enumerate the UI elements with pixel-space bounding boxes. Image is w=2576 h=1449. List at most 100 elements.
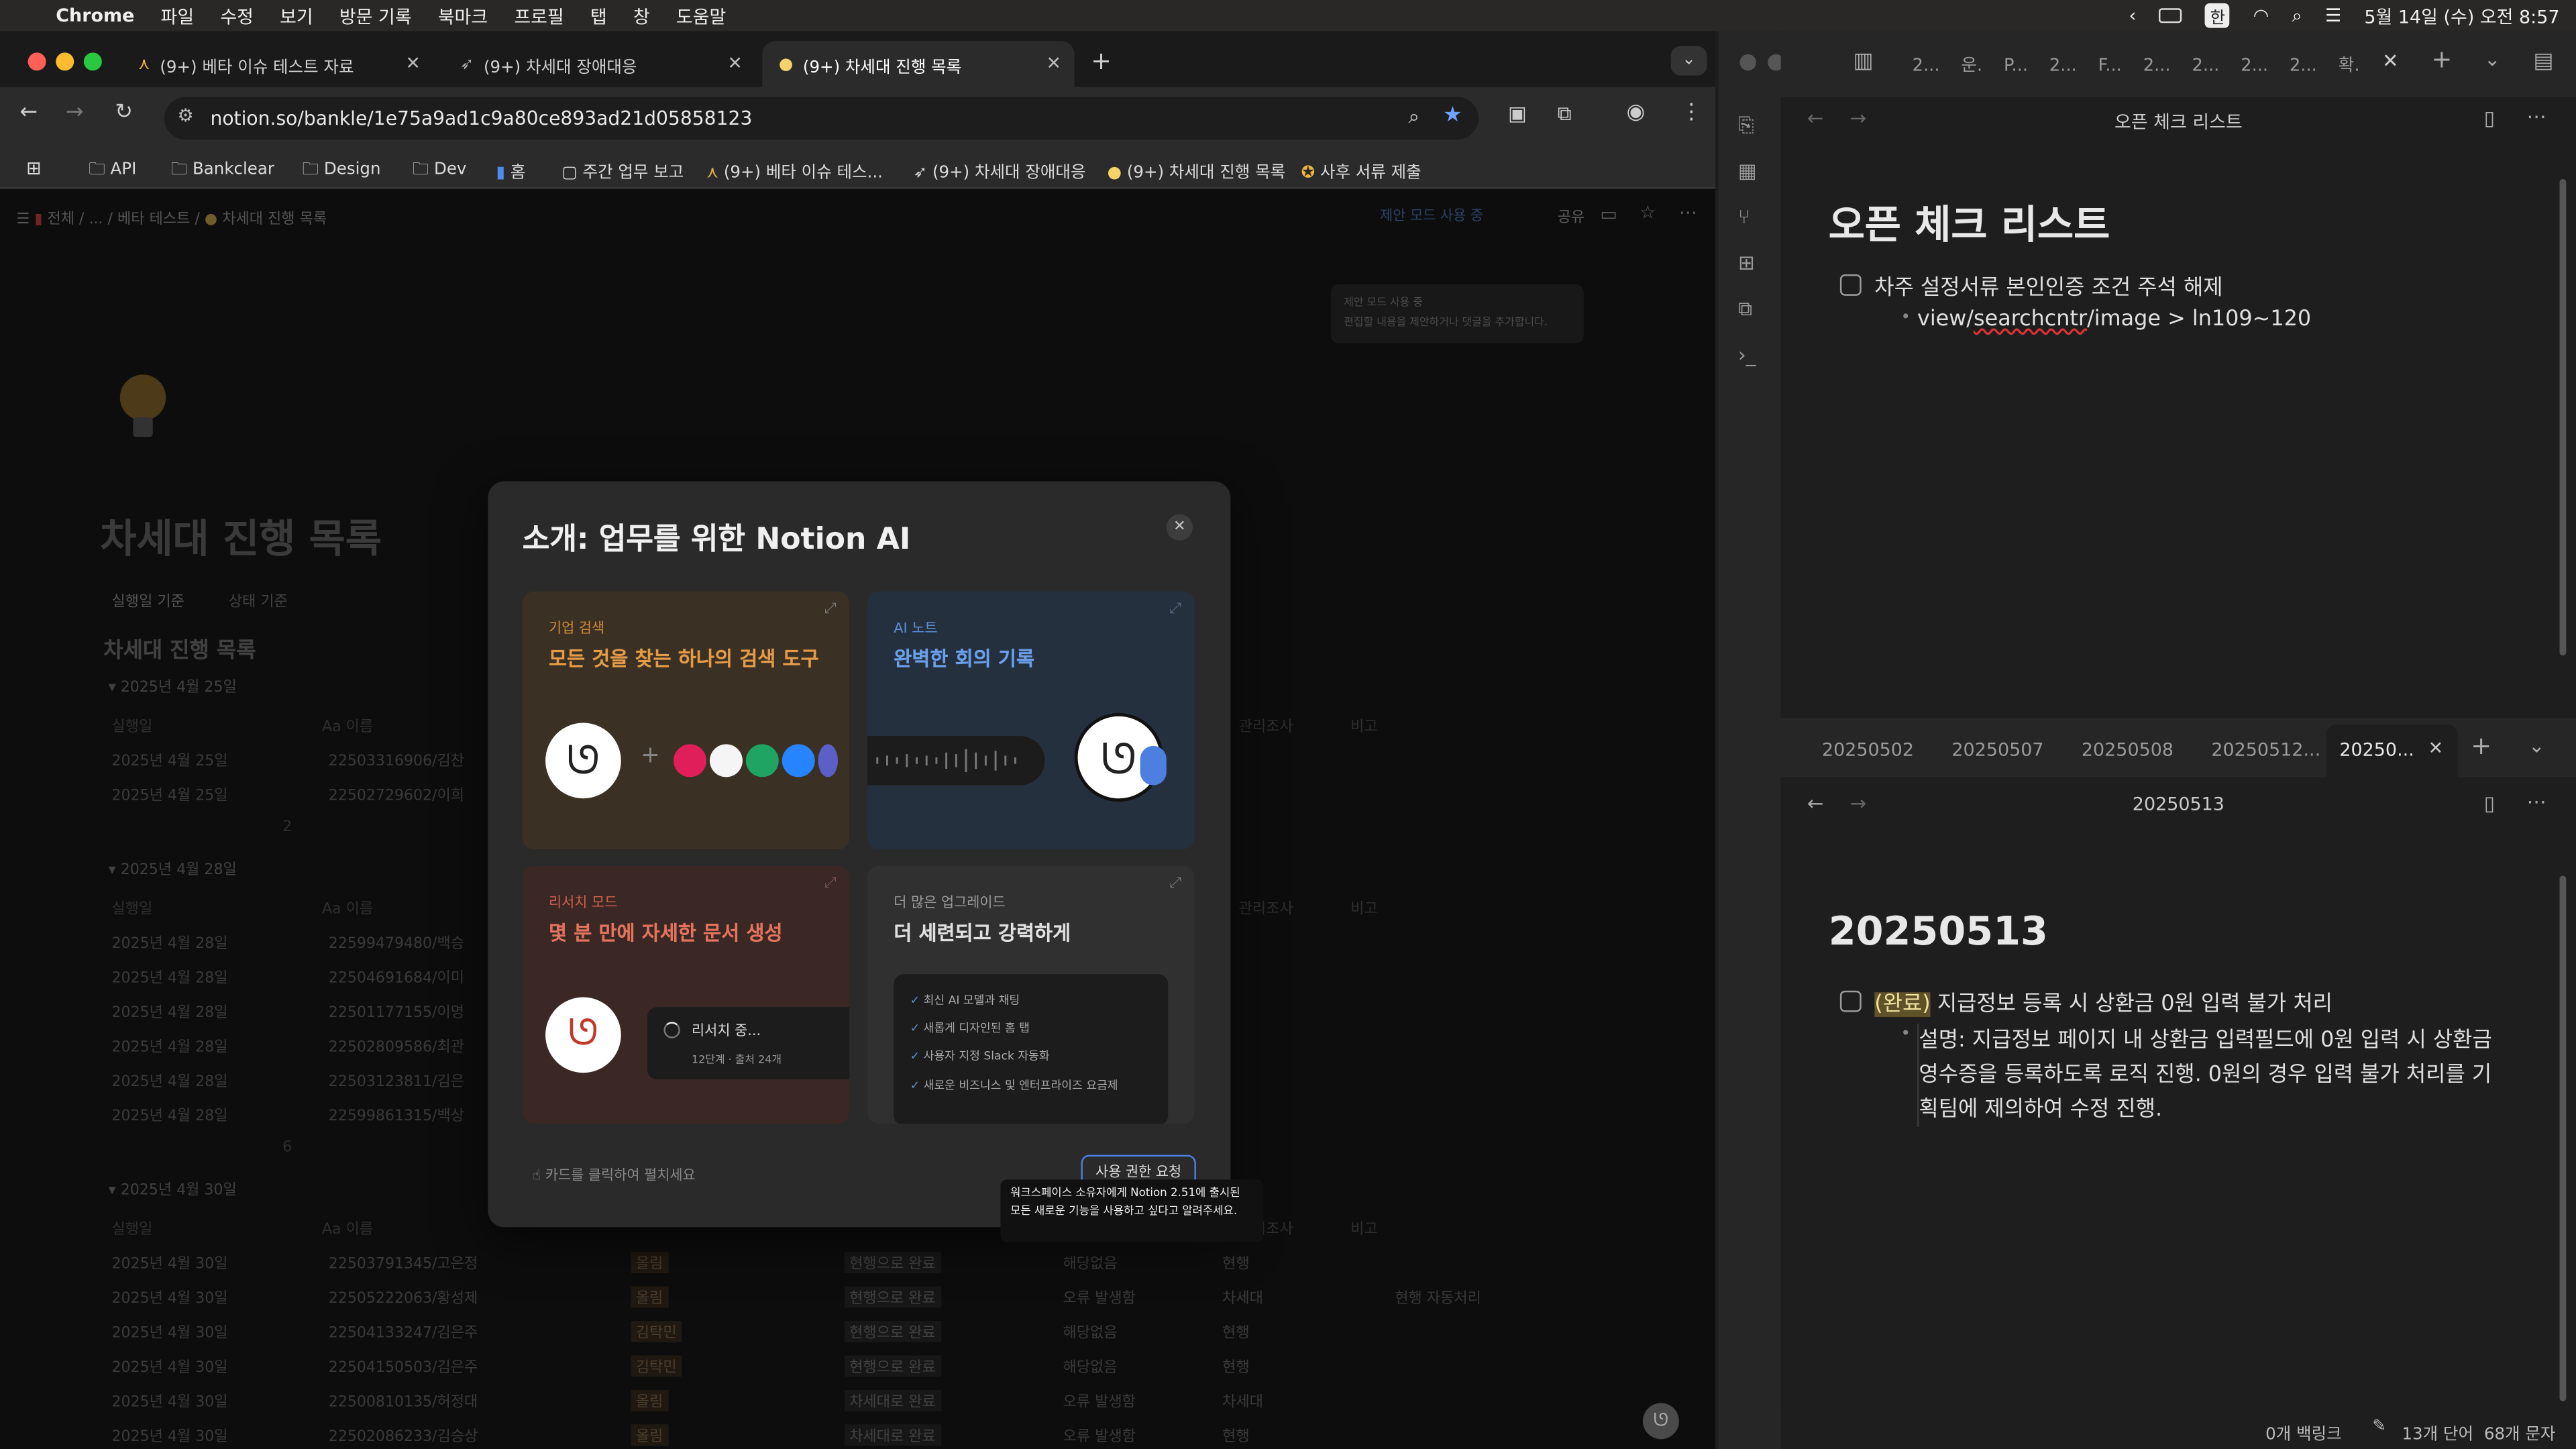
menu-window[interactable]: 창: [633, 3, 650, 29]
card-more-upgrades[interactable]: ⤢ 더 많은 업그레이드 더 세련되고 강력하게 ✓ 최신 AI 모델과 채팅 …: [867, 865, 1195, 1124]
bookmark-bankclear[interactable]: 🗀 Bankclear: [171, 158, 274, 186]
tab-short[interactable]: 운.: [1961, 56, 1982, 75]
site-info-icon[interactable]: ⚙: [177, 105, 193, 127]
toggle-right-sidebar-icon[interactable]: ▤: [2533, 49, 2553, 74]
expand-icon[interactable]: ⤢: [1169, 601, 1181, 617]
chrome-menu-icon[interactable]: ⋮: [1680, 100, 1702, 125]
tab-progress-list[interactable]: ● (9+) 차세대 진행 목록 ✕: [762, 41, 1075, 87]
canvas-icon[interactable]: ⊞: [1738, 252, 1755, 274]
reload-icon[interactable]: ↻: [115, 100, 133, 125]
bookmark-post-docs[interactable]: ✪ 사후 서류 제출: [1301, 158, 1421, 182]
new-tab-icon[interactable]: +: [2432, 44, 2453, 74]
close-icon[interactable]: ✕: [2428, 738, 2444, 759]
menu-file[interactable]: 파일: [161, 3, 195, 29]
copy-icon[interactable]: ⧉: [1738, 297, 1752, 322]
tab-search-button[interactable]: ⌄: [1670, 46, 1707, 76]
expand-icon[interactable]: ⤢: [824, 601, 837, 617]
notion-ai-help-button[interactable]: ᘎ: [1643, 1403, 1679, 1440]
tab-incident[interactable]: ➶ (9+) 차세대 장애대응 ✕: [443, 41, 755, 87]
open-file-icon[interactable]: ⎘: [1738, 113, 1754, 138]
bookmark-incident[interactable]: ➶ (9+) 차세대 장애대응: [914, 158, 1086, 182]
bookmark-api[interactable]: 🗀 API: [89, 158, 136, 186]
menu-history[interactable]: 방문 기록: [339, 3, 412, 29]
new-tab-icon[interactable]: +: [2471, 731, 2491, 761]
new-tab-button[interactable]: +: [1091, 46, 1112, 76]
bookmark-star-icon[interactable]: ★: [1443, 103, 1462, 128]
close-icon[interactable]: ✕: [405, 52, 421, 74]
scrollbar[interactable]: [2559, 875, 2567, 1401]
task-text[interactable]: (완료) 지급정보 등록 시 상환금 0원 입력 불가 처리: [1874, 985, 2332, 1017]
more-options-icon[interactable]: ⋯: [2527, 105, 2546, 128]
tab-short[interactable]: 2...: [2049, 56, 2077, 75]
bookmark-progress[interactable]: ● (9+) 차세대 진행 목록: [1108, 158, 1285, 182]
tab-short[interactable]: 2...: [2290, 56, 2317, 75]
card-research-mode[interactable]: ⤢ 리서치 모드 몇 분 만에 자세한 문서 생성 ᘎ 리서치 중... 12단…: [522, 865, 850, 1124]
reading-view-icon[interactable]: ▯: [2484, 107, 2495, 129]
terminal-icon[interactable]: ›_: [1738, 343, 1756, 366]
close-window-button[interactable]: [28, 52, 46, 71]
chevron-down-icon[interactable]: ⌄: [2528, 735, 2545, 757]
apps-icon[interactable]: ⊞: [26, 158, 42, 179]
tab-20250512[interactable]: 20250512...: [2211, 739, 2320, 761]
expand-icon[interactable]: ⤢: [824, 875, 837, 892]
menu-app[interactable]: Chrome: [56, 5, 134, 26]
task-text[interactable]: 차주 설정서류 본인인증 조건 주석 해제: [1874, 270, 2222, 301]
task-checkbox[interactable]: [1839, 274, 1862, 296]
menu-help[interactable]: 도움말: [676, 3, 726, 29]
toggle-sidebar-icon[interactable]: ▥: [1853, 49, 1873, 74]
tab-20250502[interactable]: 20250502: [1822, 739, 1914, 761]
keyboard-icon[interactable]: [2159, 8, 2182, 23]
input-method-indicator[interactable]: 한: [2205, 3, 2231, 28]
wifi-icon[interactable]: ◠: [2253, 5, 2269, 26]
calendar-icon[interactable]: ▦: [1738, 160, 1757, 182]
screenshot-icon[interactable]: ▣: [1508, 102, 1527, 125]
menu-bookmarks[interactable]: 북마크: [438, 3, 488, 29]
card-enterprise-search[interactable]: ⤢ 기업 검색 모든 것을 찾는 하나의 검색 도구 ᘎ +: [522, 591, 850, 850]
close-button[interactable]: ✕: [1166, 514, 1193, 541]
bookmark-dev[interactable]: 🗀 Dev: [413, 158, 467, 186]
address-bar[interactable]: ⚙ notion.so/bankle/1e75a9ad1c9a80ce893ad…: [164, 97, 1479, 140]
tab-short[interactable]: 2...: [2143, 56, 2171, 75]
window-close-dot[interactable]: [1739, 54, 1756, 71]
chevron-down-icon[interactable]: ⌄: [2484, 48, 2501, 70]
clock[interactable]: 5월 14일 (수) 오전 8:57: [2364, 3, 2559, 29]
tab-short[interactable]: 2...: [1913, 56, 1940, 75]
expand-icon[interactable]: ⤢: [1169, 875, 1181, 892]
tab-short[interactable]: 확.: [2339, 56, 2360, 75]
tab-20250507[interactable]: 20250507: [1951, 739, 2043, 761]
search-icon[interactable]: ⌕: [2292, 4, 2302, 27]
task-subitem[interactable]: view/searchcntr/image > ln109~120: [1917, 307, 2311, 332]
close-icon[interactable]: ✕: [1046, 52, 1061, 74]
tab-short[interactable]: 2...: [2241, 56, 2268, 75]
task-checkbox[interactable]: [1839, 990, 1862, 1012]
tab-short[interactable]: 2...: [2192, 56, 2219, 75]
maximize-window-button[interactable]: [83, 52, 102, 71]
backlinks-count[interactable]: 0개 백링크: [2265, 1419, 2341, 1444]
edit-mode-icon[interactable]: ✎: [2372, 1417, 2386, 1436]
more-options-icon[interactable]: ⋯: [2527, 790, 2546, 813]
profile-icon[interactable]: ◉: [1627, 100, 1646, 125]
close-icon[interactable]: ✕: [2382, 49, 2399, 72]
graph-icon[interactable]: ⑂: [1738, 205, 1750, 228]
scrollbar[interactable]: [2559, 178, 2567, 656]
control-center-icon[interactable]: ☰: [2325, 5, 2341, 26]
tab-beta-issue[interactable]: ⋏ (9+) 베타 이슈 테스트 자료 ✕: [121, 41, 433, 87]
bookmark-home[interactable]: ▮ 홈: [496, 158, 526, 182]
chevron-left-icon[interactable]: ‹: [2129, 5, 2137, 26]
extensions-icon[interactable]: ⧉: [1558, 102, 1572, 127]
reading-view-icon[interactable]: ▯: [2484, 792, 2495, 814]
close-icon[interactable]: ✕: [727, 52, 743, 74]
bookmark-design[interactable]: 🗀 Design: [303, 158, 381, 186]
card-ai-notes[interactable]: ⤢ AI 노트 완벽한 회의 기록 ᘎ: [867, 591, 1195, 850]
tab-20250513-active[interactable]: 20250... ✕: [2326, 724, 2458, 777]
bookmark-beta[interactable]: ⋏ (9+) 베타 이슈 테스...: [706, 158, 883, 182]
tab-short[interactable]: P...: [2004, 56, 2028, 75]
menu-profile[interactable]: 프로필: [514, 3, 564, 29]
tab-20250508[interactable]: 20250508: [2082, 739, 2174, 761]
zoom-icon[interactable]: ⌕: [1408, 105, 1419, 130]
menu-tab[interactable]: 탭: [590, 3, 607, 29]
menu-view[interactable]: 보기: [280, 3, 313, 29]
back-icon[interactable]: ←: [19, 100, 38, 125]
tab-short[interactable]: F...: [2098, 56, 2122, 75]
menu-edit[interactable]: 수정: [220, 3, 254, 29]
